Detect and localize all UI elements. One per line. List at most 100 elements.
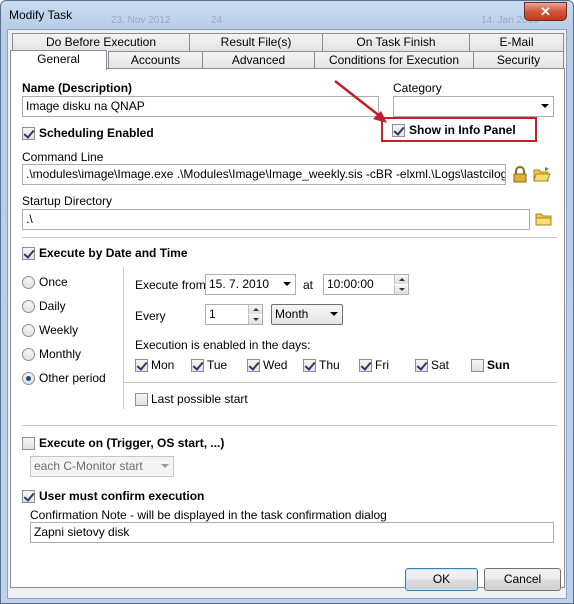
- tab-do-before-execution[interactable]: Do Before Execution: [12, 33, 190, 51]
- ghost-title-fragment: 24: [211, 15, 223, 26]
- tab-security[interactable]: Security: [473, 51, 564, 69]
- last-possible-start-label: Last possible start: [151, 392, 248, 406]
- startup-directory-field[interactable]: .\: [22, 209, 530, 230]
- tab-label: Conditions for Execution: [328, 53, 460, 67]
- day-label-wed: Wed: [263, 358, 288, 372]
- at-label: at: [303, 278, 314, 292]
- tab-label: General: [37, 52, 80, 66]
- category-dropdown[interactable]: [393, 96, 554, 117]
- day-checkbox-sat[interactable]: [415, 359, 428, 372]
- scheduling-enabled-checkbox[interactable]: [22, 127, 35, 140]
- tab-accounts[interactable]: Accounts: [108, 51, 203, 69]
- open-folder-icon[interactable]: [533, 166, 551, 183]
- day-label-mon: Mon: [151, 358, 175, 372]
- date-picker[interactable]: 15. 7. 2010: [205, 274, 296, 295]
- tab-advanced[interactable]: Advanced: [202, 51, 315, 69]
- day-checkbox-sun[interactable]: [471, 359, 484, 372]
- lock-icon[interactable]: [513, 166, 527, 183]
- scheduling-enabled-label: Scheduling Enabled: [39, 126, 154, 140]
- user-confirm-label: User must confirm execution: [39, 489, 205, 503]
- tab-label: E-Mail: [499, 35, 534, 49]
- tab-email[interactable]: E-Mail: [469, 33, 564, 51]
- period-radio-daily[interactable]: [22, 300, 35, 313]
- day-checkbox-wed[interactable]: [247, 359, 260, 372]
- tab-label: Advanced: [231, 53, 286, 67]
- unit-value: Month: [275, 307, 309, 321]
- command-line-label: Command Line: [22, 150, 104, 164]
- period-radio-once[interactable]: [22, 276, 35, 289]
- spin-up-icon[interactable]: [248, 305, 262, 314]
- execute-by-date-checkbox[interactable]: [22, 247, 35, 260]
- separator: [22, 425, 557, 426]
- ghost-title-fragment: 23. Nov 2012: [111, 15, 171, 26]
- spin-down-icon[interactable]: [394, 285, 408, 294]
- execute-on-trigger-label: Execute on (Trigger, OS start, ...): [39, 436, 225, 450]
- unit-select[interactable]: Month: [271, 304, 343, 325]
- period-label-once: Once: [39, 275, 68, 289]
- day-label-fri: Fri: [375, 358, 389, 372]
- period-label-daily: Daily: [39, 299, 66, 313]
- period-radio-weekly[interactable]: [22, 324, 35, 337]
- period-label-monthly: Monthly: [39, 347, 82, 361]
- startup-directory-label: Startup Directory: [22, 194, 113, 208]
- execute-by-date-label: Execute by Date and Time: [39, 246, 188, 260]
- modify-task-window: Modify Task 23. Nov 2012 24 14. Jan 2013…: [0, 0, 574, 604]
- command-line-field[interactable]: .\modules\image\Image.exe .\Modules\Imag…: [22, 164, 506, 185]
- day-label-tue: Tue: [207, 358, 228, 372]
- show-in-info-panel-label: Show in Info Panel: [409, 123, 516, 137]
- days-label: Execution is enabled in the days:: [135, 338, 311, 352]
- tab-result-files[interactable]: Result File(s): [189, 33, 323, 51]
- date-value: 15. 7. 2010: [209, 277, 270, 291]
- folder-icon[interactable]: [535, 211, 553, 227]
- every-label: Every: [135, 309, 166, 323]
- day-checkbox-tue[interactable]: [191, 359, 204, 372]
- time-stepper[interactable]: 10:00:00: [323, 274, 409, 295]
- execute-on-trigger-checkbox[interactable]: [22, 437, 35, 450]
- name-label: Name (Description): [22, 81, 133, 95]
- title-bar[interactable]: Modify Task 23. Nov 2012 24 14. Jan 2013…: [1, 1, 573, 29]
- annotation-arrow-icon: [334, 80, 387, 123]
- name-field[interactable]: Image disku na QNAP: [22, 96, 379, 117]
- tab-label: Accounts: [130, 53, 181, 67]
- separator: [22, 237, 557, 238]
- tab-on-task-finish[interactable]: On Task Finish: [322, 33, 470, 51]
- trigger-value: each C-Monitor start: [34, 459, 143, 473]
- trigger-select[interactable]: each C-Monitor start: [30, 456, 174, 477]
- execute-from-label: Execute from: [135, 278, 206, 292]
- day-checkbox-fri[interactable]: [359, 359, 372, 372]
- tab-label: Security: [496, 53, 541, 67]
- every-stepper[interactable]: 1: [205, 304, 263, 325]
- tab-label: On Task Finish: [356, 35, 436, 49]
- general-tab-panel: Name (Description) Image disku na QNAP C…: [10, 68, 565, 588]
- cancel-button[interactable]: Cancel: [484, 568, 561, 591]
- chevron-down-icon: [283, 282, 291, 286]
- close-icon: ✕: [540, 4, 551, 19]
- spin-down-icon[interactable]: [248, 315, 262, 324]
- day-checkbox-thu[interactable]: [303, 359, 316, 372]
- every-value: 1: [209, 307, 216, 321]
- spin-up-icon[interactable]: [394, 275, 408, 284]
- show-in-info-panel-checkbox[interactable]: [392, 124, 405, 137]
- category-label: Category: [393, 81, 442, 95]
- period-radio-monthly[interactable]: [22, 348, 35, 361]
- tab-conditions-for-execution[interactable]: Conditions for Execution: [314, 51, 474, 69]
- window-title: Modify Task: [9, 8, 73, 22]
- close-button[interactable]: ✕: [524, 2, 567, 21]
- period-radio-other[interactable]: [22, 372, 35, 385]
- separator: [123, 267, 124, 409]
- dialog-client: Do Before Execution Result File(s) On Ta…: [7, 29, 567, 599]
- user-confirm-checkbox[interactable]: [22, 490, 35, 503]
- confirmation-note-field[interactable]: Zapni sietovy disk: [30, 522, 554, 543]
- period-label-other: Other period: [39, 371, 106, 385]
- chevron-down-icon: [330, 312, 338, 316]
- tab-label: Do Before Execution: [45, 35, 157, 49]
- day-checkbox-mon[interactable]: [135, 359, 148, 372]
- day-label-sat: Sat: [431, 358, 450, 372]
- tab-general[interactable]: General: [10, 50, 107, 70]
- ok-button[interactable]: OK: [405, 568, 478, 591]
- last-possible-start-checkbox[interactable]: [135, 393, 148, 406]
- chevron-down-icon: [541, 104, 549, 108]
- separator: [124, 382, 557, 383]
- period-label-weekly: Weekly: [39, 323, 79, 337]
- confirmation-note-label: Confirmation Note - will be displayed in…: [30, 508, 387, 522]
